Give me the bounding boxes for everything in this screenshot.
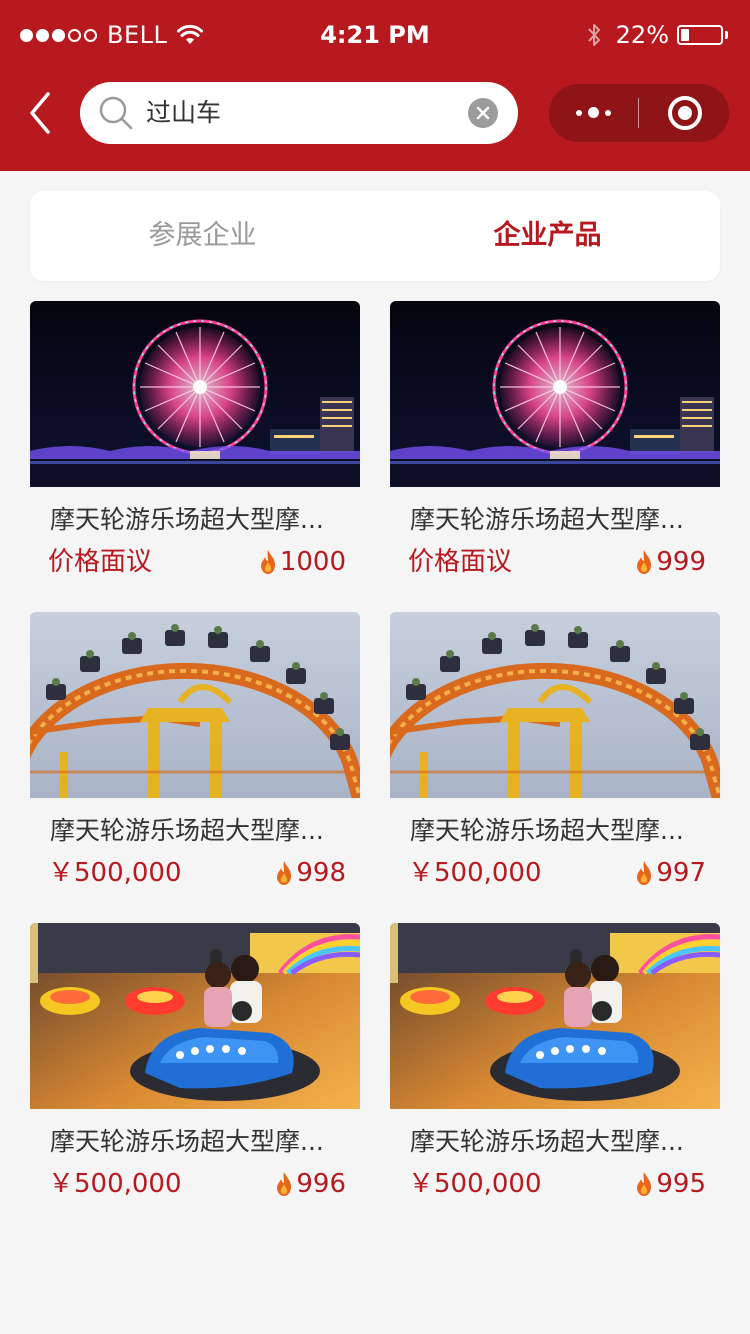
product-price: 价格面议 (48, 547, 153, 577)
flame-icon (260, 550, 275, 574)
tab-exhibitors[interactable]: 参展企业 (30, 191, 375, 281)
navigation-bar (0, 78, 750, 148)
more-icon[interactable] (549, 84, 639, 142)
product-title: 摩天轮游乐场超大型摩... (50, 816, 324, 845)
flame-icon (637, 550, 652, 574)
product-image-ferris-wheel (30, 301, 360, 487)
search-input[interactable] (146, 82, 456, 144)
popularity-count: 998 (296, 858, 346, 888)
popularity-count: 995 (656, 1169, 706, 1199)
product-popularity: 997 (634, 855, 706, 891)
battery-icon (677, 25, 723, 45)
status-bar: BELL 4:21 PM 22% (0, 0, 750, 70)
product-title: 摩天轮游乐场超大型摩... (50, 1127, 324, 1156)
battery-percentage: 22% (615, 21, 669, 49)
popularity-count: 999 (656, 547, 706, 577)
chevron-left-icon[interactable] (26, 90, 56, 136)
product-price: ￥500,000 (408, 858, 542, 888)
product-image-loop-ride (30, 612, 360, 798)
close-mini-program-icon[interactable] (639, 84, 729, 142)
product-popularity: 1000 (258, 544, 346, 580)
product-card[interactable]: 摩天轮游乐场超大型摩... ￥500,000 997 (390, 612, 720, 923)
product-card[interactable]: 摩天轮游乐场超大型摩... ￥500,000 995 (390, 923, 720, 1234)
product-card[interactable]: 摩天轮游乐场超大型摩... 价格面议 999 (390, 301, 720, 612)
product-card[interactable]: 摩天轮游乐场超大型摩... 价格面议 1000 (30, 301, 360, 612)
tab-bar: 参展企业 企业产品 (30, 191, 720, 281)
product-popularity: 996 (274, 1166, 346, 1202)
tab-products[interactable]: 企业产品 (375, 191, 720, 281)
product-popularity: 995 (634, 1166, 706, 1202)
product-title: 摩天轮游乐场超大型摩... (50, 505, 324, 534)
product-title: 摩天轮游乐场超大型摩... (410, 816, 684, 845)
flame-icon (277, 1172, 292, 1196)
search-icon (99, 96, 133, 130)
product-image-ferris-wheel (390, 301, 720, 487)
popularity-count: 997 (656, 858, 706, 888)
flame-icon (277, 861, 292, 885)
product-grid: 摩天轮游乐场超大型摩... 价格面议 1000 摩天轮游乐场超大型摩... 价格… (30, 301, 720, 1234)
product-image-bumper-cars (390, 923, 720, 1109)
product-title: 摩天轮游乐场超大型摩... (410, 1127, 684, 1156)
header: BELL 4:21 PM 22% (0, 0, 750, 171)
product-price: 价格面议 (408, 547, 513, 577)
product-card[interactable]: 摩天轮游乐场超大型摩... ￥500,000 996 (30, 923, 360, 1234)
product-image-loop-ride (390, 612, 720, 798)
product-card[interactable]: 摩天轮游乐场超大型摩... ￥500,000 998 (30, 612, 360, 923)
product-popularity: 998 (274, 855, 346, 891)
popularity-count: 1000 (279, 547, 346, 577)
popularity-count: 996 (296, 1169, 346, 1199)
search-bar[interactable] (80, 82, 518, 144)
product-price: ￥500,000 (48, 858, 182, 888)
product-popularity: 999 (634, 544, 706, 580)
flame-icon (637, 1172, 652, 1196)
bluetooth-icon (587, 24, 600, 46)
clear-icon[interactable] (468, 98, 498, 128)
product-price: ￥500,000 (408, 1169, 542, 1199)
product-title: 摩天轮游乐场超大型摩... (410, 505, 684, 534)
mini-program-capsule (549, 84, 729, 142)
product-price: ￥500,000 (48, 1169, 182, 1199)
flame-icon (637, 861, 652, 885)
product-image-bumper-cars (30, 923, 360, 1109)
